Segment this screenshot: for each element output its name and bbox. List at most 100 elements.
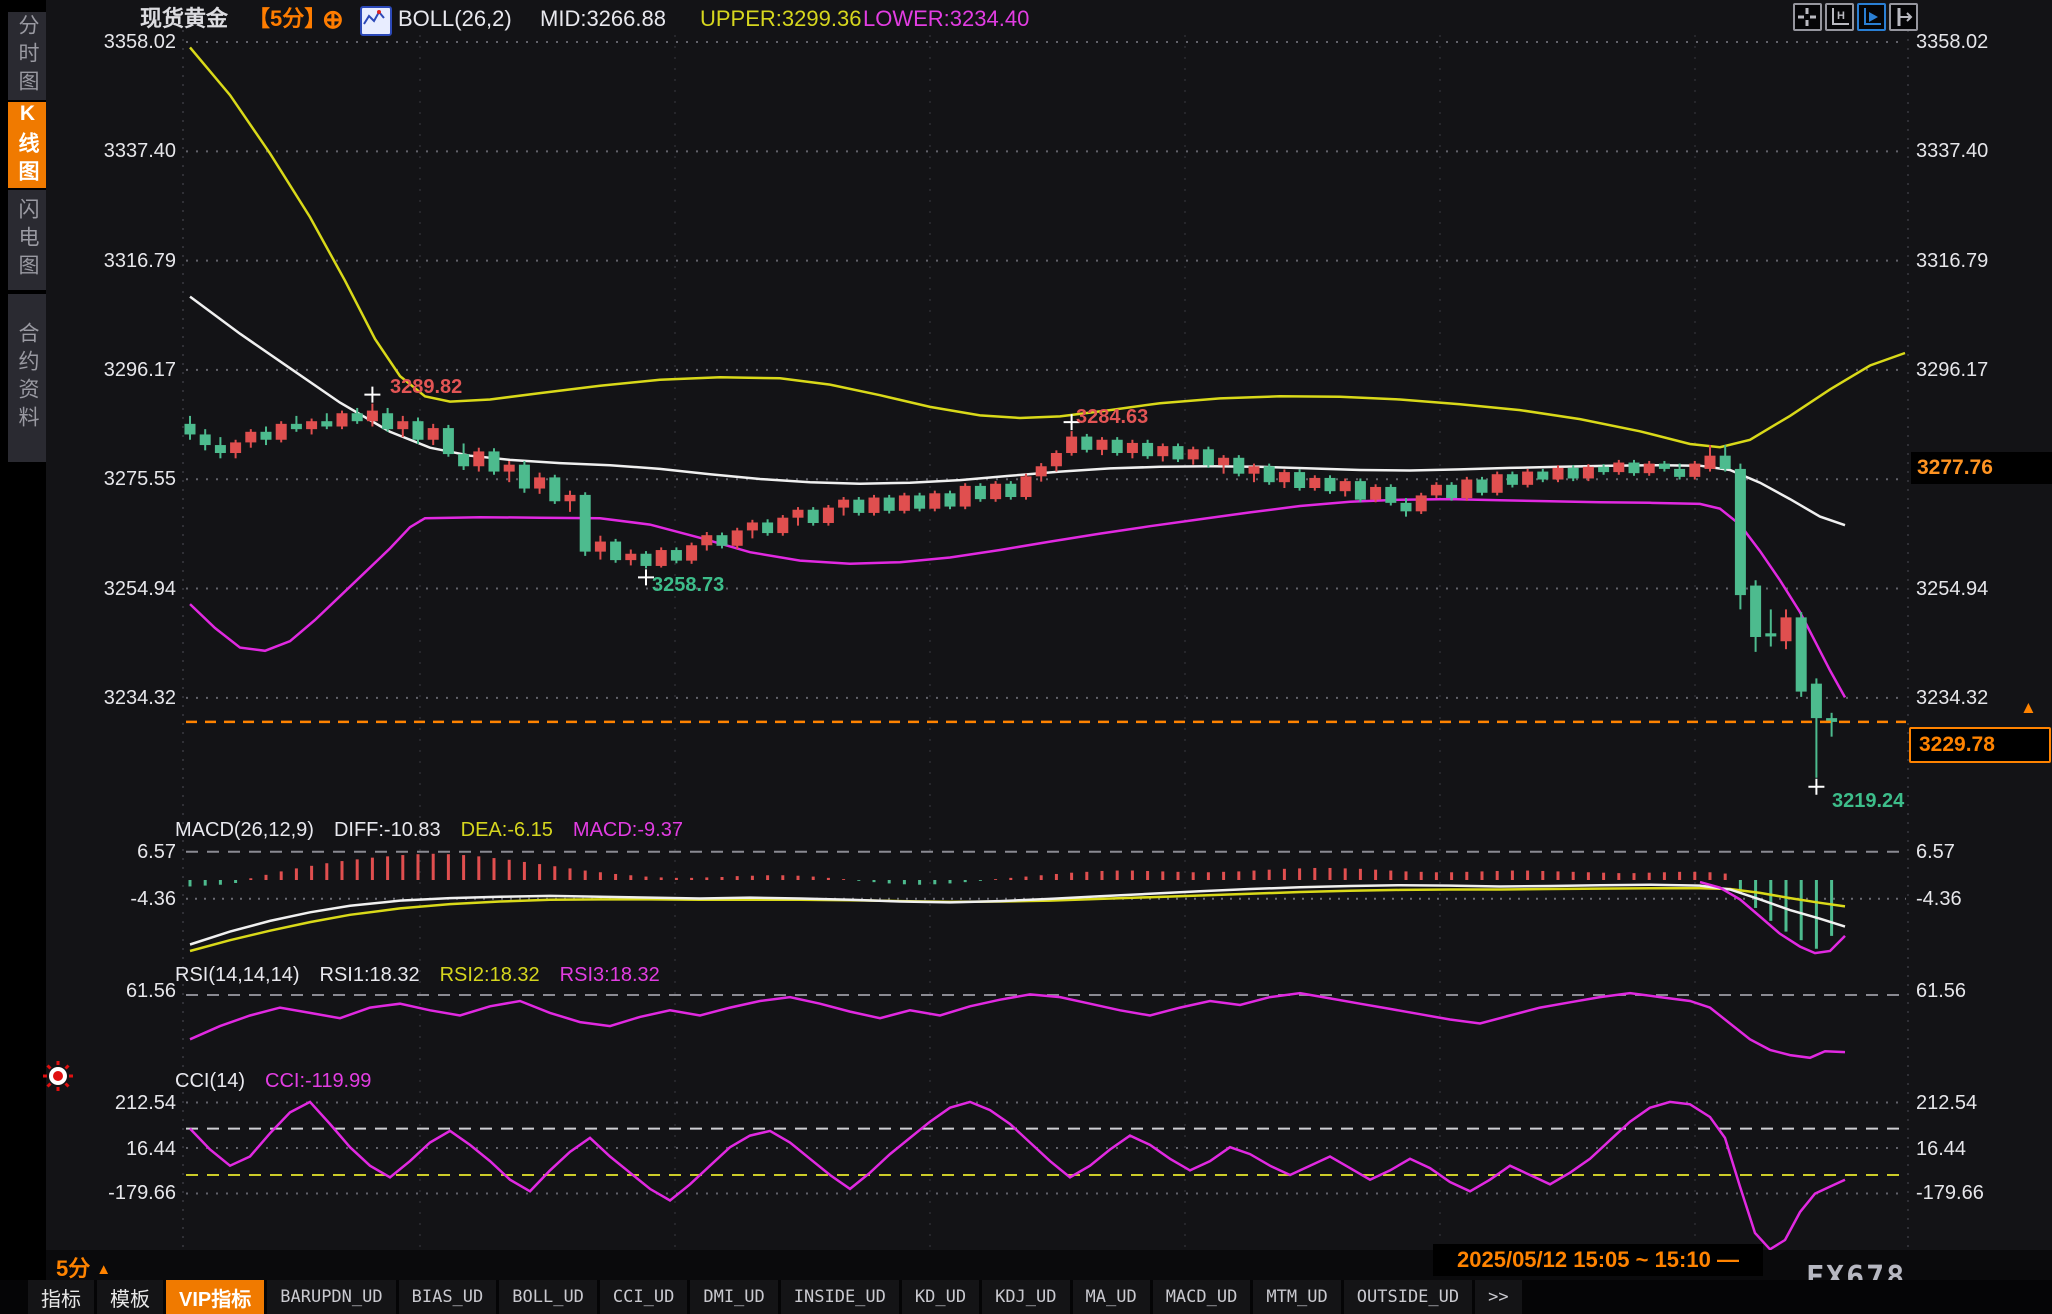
tab-label: BIAS_UD [412, 1287, 484, 1307]
chart-type-sidebar: 分时图 K线图 闪电图 合约资料 [0, 0, 46, 1314]
tab-label: VIP指标 [179, 1283, 251, 1312]
indicator-name[interactable]: BOLL(26,2) [398, 4, 512, 34]
indicator-tab[interactable]: KDJ_UD [982, 1280, 1069, 1314]
boll-upper-value: UPPER:3299.36 [700, 4, 861, 34]
boll-mid-line [190, 297, 1845, 526]
macd-panel [186, 852, 1906, 953]
indicator-tab[interactable]: KD_UD [902, 1280, 979, 1314]
tab-label: MTM_UD [1266, 1287, 1327, 1307]
chart-canvas[interactable] [0, 0, 2052, 1314]
indicator-tab[interactable]: 指标 [28, 1280, 94, 1314]
macd-name[interactable]: MACD(26,12,9) [175, 817, 314, 843]
rsi1-value: RSI1:18.32 [320, 962, 420, 988]
macd-macd: MACD:-9.37 [573, 817, 683, 843]
y-axis-label: 3234.32 [1916, 687, 1988, 709]
current-period-label[interactable]: 5分▲ [56, 1251, 105, 1283]
y-axis-label: 212.54 [1916, 1092, 1977, 1114]
y-axis-label: 3337.40 [1916, 140, 1988, 162]
boll-mid-value: MID:3266.88 [540, 4, 666, 34]
period-text: 5分 [56, 1256, 90, 1281]
macd-diff-line [190, 885, 1845, 945]
trading-app-window: 现货黄金 【5分】 ⊕ BOLL(26,2) MID:3266.88 UPPER… [0, 0, 2052, 1314]
y-axis-label: 3316.79 [1916, 250, 1988, 272]
kline-style-icon[interactable] [360, 6, 392, 36]
link-icon[interactable]: ⊕ [322, 4, 344, 34]
rsi3-value: RSI3:18.32 [560, 962, 660, 988]
indicator-tab[interactable]: >> [1475, 1280, 1521, 1314]
reference-price-tag: 3277.76 [1911, 452, 2052, 484]
rsi-line [190, 993, 1845, 1058]
macd-diff: DIFF:-10.83 [334, 817, 441, 843]
y-axis-label: -4.36 [58, 888, 176, 910]
tab-label: 指标 [41, 1283, 81, 1312]
tab-label: DMI_UD [703, 1287, 764, 1307]
auto-scroll-tool-icon[interactable] [1857, 3, 1886, 31]
cci-header: CCI(14) CCI:-119.99 [175, 1068, 371, 1094]
y-axis-label: 3234.32 [58, 687, 176, 709]
indicator-tab[interactable]: VIP指标 [166, 1280, 264, 1314]
tab-label: 模板 [110, 1283, 150, 1312]
time-range-status: 2025/05/12 15:05 ~ 15:10 — [1433, 1244, 1763, 1276]
crosshair-tool-icon[interactable] [1793, 3, 1822, 31]
y-axis-label: 212.54 [58, 1092, 176, 1114]
tab-label: >> [1488, 1287, 1508, 1307]
indicator-tab[interactable]: BARUPDN_UD [267, 1280, 395, 1314]
y-axis-label: -179.66 [1916, 1182, 1984, 1204]
sidebar-item-time-chart[interactable]: 分时图 [8, 12, 46, 100]
boll-lower-value: LOWER:3234.40 [863, 4, 1029, 34]
sidebar-item-lightning-chart[interactable]: 闪电图 [8, 190, 46, 290]
macd-dea: DEA:-6.15 [461, 817, 553, 843]
tab-label: BARUPDN_UD [280, 1287, 382, 1307]
bollinger-bands [190, 47, 1905, 697]
y-axis-label: 16.44 [58, 1138, 176, 1160]
tab-label: KD_UD [915, 1287, 966, 1307]
y-axis-label: 3254.94 [1916, 578, 1988, 600]
rsi-header: RSI(14,14,14) RSI1:18.32 RSI2:18.32 RSI3… [175, 962, 660, 988]
cci-name[interactable]: CCI(14) [175, 1068, 245, 1094]
swing-markers [364, 387, 1824, 795]
y-axis-label: 3296.17 [1916, 359, 1988, 381]
indicator-tab[interactable]: MTM_UD [1253, 1280, 1340, 1314]
y-axis-label: 3275.55 [58, 468, 176, 490]
indicator-tab-bar: 指标模板 VIP指标 BARUPDN_UD BIAS_UD BOLL_UD CCI_UD D… [0, 1280, 2052, 1314]
indicator-tab[interactable]: BIAS_UD [399, 1280, 497, 1314]
y-axis-label: 16.44 [1916, 1138, 1966, 1160]
y-axis-label: 6.57 [1916, 841, 1955, 863]
gridlines [183, 30, 1908, 1250]
y-axis-label: 61.56 [58, 980, 176, 1002]
zoom-horizontal-tool-icon[interactable]: H [1825, 3, 1854, 31]
indicator-tab[interactable]: BOLL_UD [499, 1280, 597, 1314]
tab-label: BOLL_UD [512, 1287, 584, 1307]
period-label[interactable]: 【5分】 [248, 4, 326, 34]
y-axis-label: -179.66 [58, 1182, 176, 1204]
indicator-tab[interactable]: INSIDE_UD [781, 1280, 899, 1314]
tab-label: OUTSIDE_UD [1357, 1287, 1459, 1307]
sidebar-item-contract-info[interactable]: 合约资料 [8, 294, 46, 462]
y-axis-label: 3358.02 [58, 31, 176, 53]
tab-label: CCI_UD [613, 1287, 674, 1307]
shift-right-tool-icon[interactable] [1889, 3, 1918, 31]
tab-label: INSIDE_UD [794, 1287, 886, 1307]
indicator-tab[interactable]: CCI_UD [600, 1280, 687, 1314]
indicator-tab[interactable]: OUTSIDE_UD [1344, 1280, 1472, 1314]
indicator-tab[interactable]: DMI_UD [690, 1280, 777, 1314]
macd-line [1700, 882, 1845, 953]
sidebar-item-kline-chart[interactable]: K线图 [8, 102, 46, 188]
tab-label: KDJ_UD [995, 1287, 1056, 1307]
instrument-title: 现货黄金 [140, 4, 228, 34]
indicator-tab[interactable]: MACD_UD [1153, 1280, 1251, 1314]
macd-header: MACD(26,12,9) DIFF:-10.83 DEA:-6.15 MACD… [175, 817, 683, 843]
period-arrow-icon: ▲ [96, 1261, 111, 1278]
y-axis-label: 3254.94 [58, 578, 176, 600]
tab-label: MACD_UD [1166, 1287, 1238, 1307]
y-axis-label: 6.57 [58, 841, 176, 863]
swing-high-annotation: 3284.63 [1076, 406, 1148, 429]
rsi-panel [186, 993, 1906, 1058]
indicator-tab[interactable]: 模板 [97, 1280, 163, 1314]
indicator-tab[interactable]: MA_UD [1073, 1280, 1150, 1314]
tab-label: MA_UD [1086, 1287, 1137, 1307]
price-up-marker-icon: ▲ [2020, 698, 2037, 718]
rsi-name[interactable]: RSI(14,14,14) [175, 962, 300, 988]
high-annotation: 3289.82 [390, 376, 462, 399]
svg-text:H: H [1837, 10, 1845, 22]
